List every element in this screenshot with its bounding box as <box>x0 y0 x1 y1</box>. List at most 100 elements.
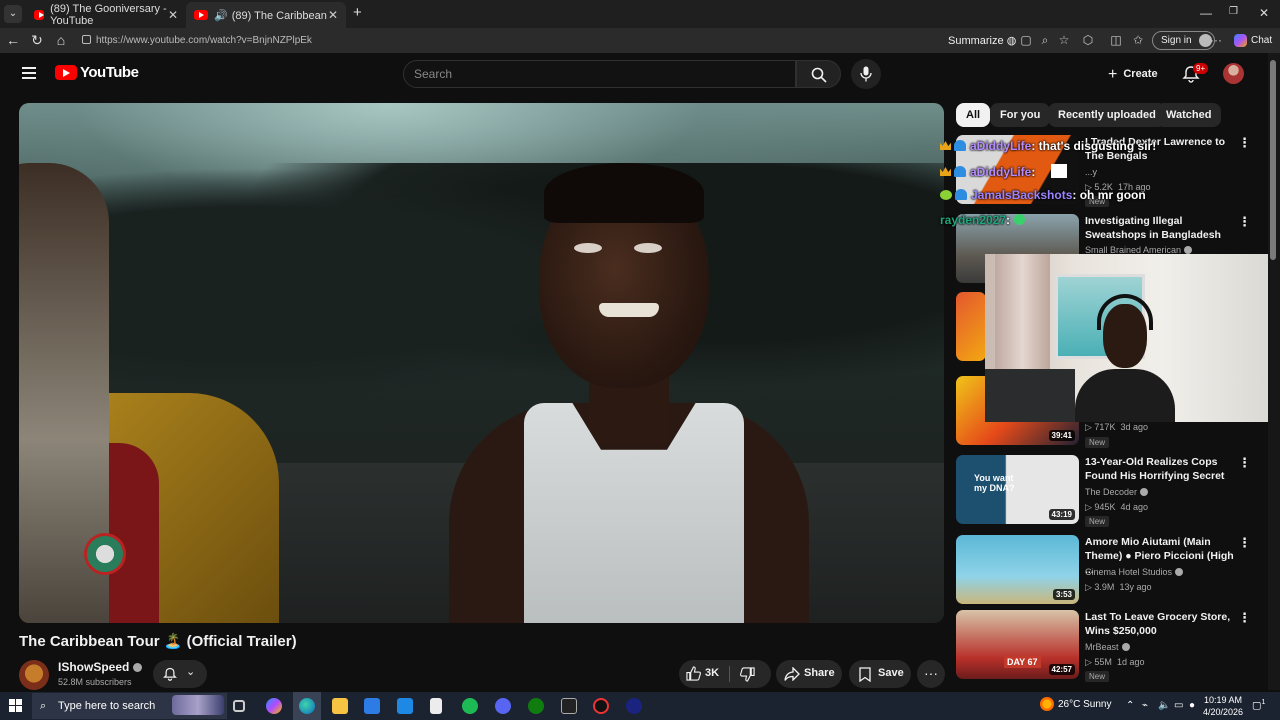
verified-check-icon <box>133 663 143 672</box>
windows-start-icon[interactable] <box>9 699 23 713</box>
more-options-icon[interactable]: ⋮ <box>1238 135 1251 151</box>
video-thumbnail[interactable]: DAY 67 42:57 <box>956 610 1079 679</box>
subscription-bell-button[interactable]: ⌄ <box>153 660 207 688</box>
minimize-icon[interactable]: — <box>1200 6 1212 20</box>
chat-username: rayden2027 <box>940 213 1007 227</box>
channel-name[interactable]: IShowSpeed <box>58 660 143 674</box>
url-field[interactable]: https://www.youtube.com/watch?v=BnjnNZPl… <box>80 31 940 50</box>
thumbs-down-icon[interactable] <box>740 667 755 682</box>
verified-check-icon <box>1175 568 1184 576</box>
more-menu-icon[interactable]: ··· <box>1209 33 1223 47</box>
file-explorer-icon[interactable] <box>332 698 348 714</box>
crown-badge-icon <box>940 167 951 176</box>
tab-caribbean-tour[interactable]: 🔊 (89) The Caribbean Tour 🏝️ ( ✕ <box>186 2 346 28</box>
recommendation-title[interactable]: Investigating Illegal Sweatshops in Bang… <box>1085 214 1235 242</box>
youtube-logo[interactable]: YouTube <box>55 64 139 81</box>
thumbs-up-icon[interactable] <box>686 666 701 681</box>
restore-icon[interactable]: ❐ <box>1229 6 1238 17</box>
volume-icon[interactable]: 🔈 <box>1158 700 1170 711</box>
recommendation-channel[interactable]: Cinema Hotel Studios <box>1085 567 1184 577</box>
search-button[interactable] <box>796 60 841 88</box>
close-tab-icon[interactable]: ✕ <box>168 8 178 22</box>
zoom-icon[interactable]: ⌕ <box>1038 33 1052 47</box>
voice-search-button[interactable] <box>851 59 881 89</box>
favorite-star-icon[interactable]: ☆ <box>1057 33 1071 47</box>
save-button[interactable]: Save <box>849 660 911 688</box>
epic-games-icon[interactable] <box>561 698 577 714</box>
close-window-icon[interactable]: ✕ <box>1259 6 1269 20</box>
taskbar-clock[interactable]: 10:19 AM 4/20/2026 <box>1203 694 1243 718</box>
refresh-icon[interactable]: ↻ <box>28 32 46 49</box>
weather-sun-icon[interactable] <box>1040 697 1054 711</box>
weather-text[interactable]: 26°C Sunny <box>1058 699 1111 710</box>
favorites-icon[interactable]: ✩ <box>1131 33 1145 47</box>
tab-gooniversary[interactable]: (89) The Gooniversary - YouTube ✕ <box>26 2 186 28</box>
recommendation-channel[interactable]: ...y <box>1085 167 1097 177</box>
microphone-icon[interactable]: ● <box>1189 700 1195 711</box>
new-tab-button[interactable]: + <box>353 4 362 21</box>
network-icon[interactable]: ⌁ <box>1142 700 1148 711</box>
xbox-icon[interactable] <box>528 698 544 714</box>
more-actions-button[interactable]: ··· <box>917 660 945 688</box>
copilot-chat-button[interactable]: Chat <box>1234 34 1272 47</box>
obs-icon[interactable] <box>593 698 609 714</box>
scrollbar-thumb[interactable] <box>1270 60 1276 260</box>
chat-message: aDiddyLife: that's disgusting sir! <box>940 139 1156 153</box>
lock-icon[interactable] <box>82 35 91 44</box>
channel-avatar[interactable] <box>19 660 49 690</box>
upload-age: 3d ago <box>1120 422 1148 432</box>
mail-icon[interactable] <box>397 698 413 714</box>
video-thumbnail[interactable]: You want my DNA? 43:19 <box>956 455 1079 524</box>
recommendation-item[interactable]: You want my DNA? 43:19 13-Year-Old Reali… <box>956 455 1256 527</box>
share-arrow-icon <box>784 667 800 681</box>
hamburger-menu-icon[interactable] <box>22 67 36 79</box>
app-icon[interactable] <box>626 698 642 714</box>
more-options-icon[interactable]: ⋮ <box>1238 455 1251 471</box>
copilot-taskbar-icon[interactable] <box>266 698 282 714</box>
task-view-icon[interactable] <box>233 700 245 712</box>
chip-recently-uploaded[interactable]: Recently uploaded <box>1048 103 1166 127</box>
discord-icon[interactable] <box>495 698 511 714</box>
account-avatar[interactable] <box>1223 63 1244 84</box>
more-options-icon[interactable]: ⋮ <box>1238 214 1251 230</box>
spotify-icon[interactable] <box>462 698 478 714</box>
notification-center-icon[interactable]: ▢1 <box>1252 699 1265 711</box>
home-icon[interactable]: ⌂ <box>52 32 70 48</box>
reader-icon[interactable]: ▢ <box>1019 33 1033 47</box>
tab-list-chevron-icon[interactable]: ⌄ <box>4 5 22 23</box>
chip-watched[interactable]: Watched <box>1156 103 1222 127</box>
summarize-button[interactable]: Summarize ◍ <box>948 34 1016 47</box>
notepad-icon[interactable] <box>430 698 442 714</box>
microsoft-store-icon[interactable] <box>364 698 380 714</box>
chat-label: Chat <box>1251 35 1273 47</box>
recommendation-channel[interactable]: The Decoder <box>1085 487 1149 497</box>
chip-for-you[interactable]: For you <box>990 103 1051 127</box>
recommendation-title[interactable]: 13-Year-Old Realizes Cops Found His Horr… <box>1085 455 1235 483</box>
clock-date: 4/20/2026 <box>1203 707 1244 717</box>
battery-icon[interactable]: ▭ <box>1174 700 1183 711</box>
edge-browser-icon[interactable] <box>299 698 315 714</box>
recommendation-channel[interactable]: MrBeast <box>1085 642 1130 652</box>
video-thumbnail[interactable]: 3:53 <box>956 535 1079 604</box>
recommendation-item[interactable]: DAY 67 42:57 Last To Leave Grocery Store… <box>956 610 1256 682</box>
speaker-icon[interactable]: 🔊 <box>214 9 228 22</box>
video-thumbnail[interactable] <box>956 292 986 361</box>
extensions-icon[interactable]: ⬡ <box>1081 33 1095 47</box>
share-button[interactable]: Share <box>776 660 842 688</box>
close-tab-icon[interactable]: ✕ <box>328 8 338 22</box>
more-options-icon[interactable]: ⋮ <box>1238 535 1251 551</box>
create-button[interactable]: + Create <box>1108 66 1158 84</box>
recommendation-title[interactable]: Last To Leave Grocery Store, Wins $250,0… <box>1085 610 1235 638</box>
video-player[interactable] <box>19 103 944 623</box>
tray-chevron-icon[interactable]: ⌃ <box>1126 700 1134 711</box>
chip-all[interactable]: All <box>956 103 991 127</box>
search-input[interactable]: Search <box>403 60 796 88</box>
split-screen-icon[interactable]: ◫ <box>1109 33 1123 47</box>
sign-in-button[interactable]: Sign in <box>1152 31 1215 50</box>
channel-text: The Decoder <box>1085 487 1138 497</box>
thumbnail-caption: DAY 67 <box>1004 656 1041 668</box>
webcam-overlay <box>985 254 1280 422</box>
back-icon[interactable]: ← <box>4 32 22 48</box>
recommendation-item[interactable]: 3:53 Amore Mio Aiutami (Main Theme) ● Pi… <box>956 535 1256 607</box>
more-options-icon[interactable]: ⋮ <box>1238 610 1251 626</box>
